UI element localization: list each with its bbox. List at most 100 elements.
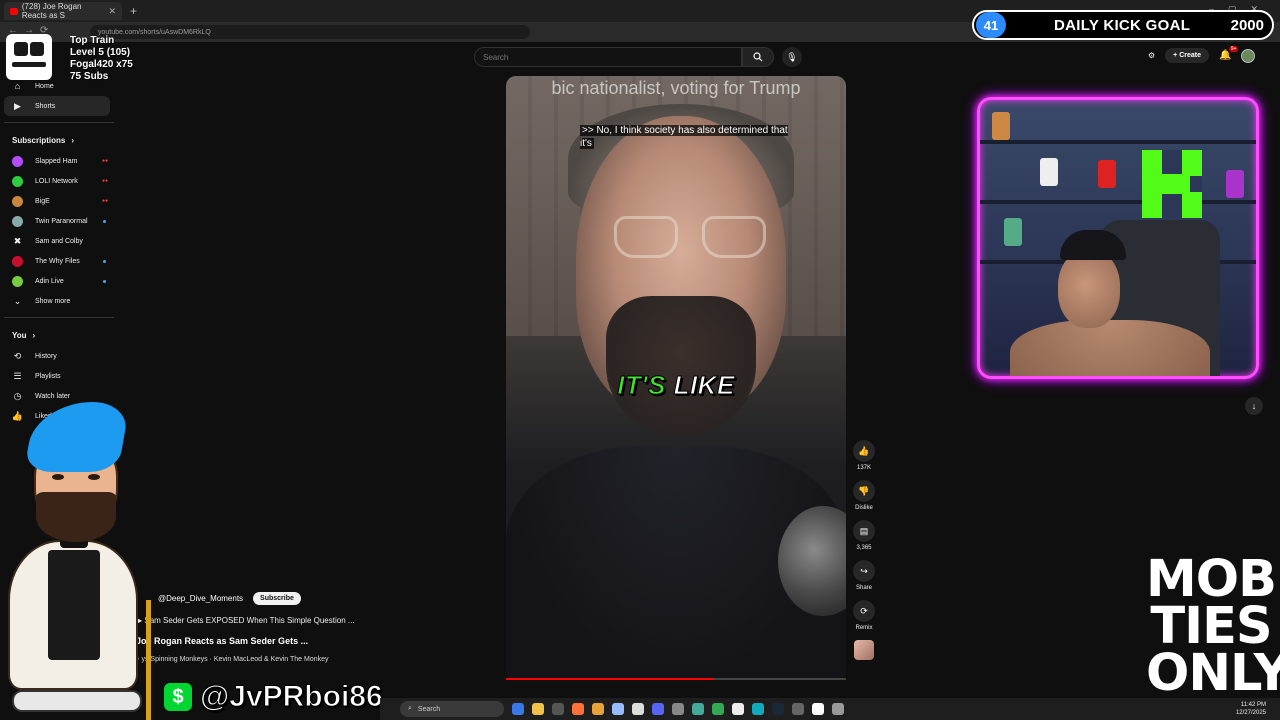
related-video-link[interactable]: ▶ Sam Seder Gets EXPOSED When This Simpl… xyxy=(136,616,355,625)
train-title: Top Train xyxy=(70,35,115,46)
video-progress-bar[interactable] xyxy=(506,678,846,680)
divider xyxy=(4,317,114,318)
address-bar[interactable]: youtube.com/shorts/uAswDM6RkLQ xyxy=(90,25,530,39)
channel-name[interactable]: @Deep_Dive_Moments xyxy=(158,594,243,603)
sidebar-item-playlists[interactable]: ☰ Playlists xyxy=(0,366,118,386)
discord-icon[interactable] xyxy=(652,703,664,715)
short-title: Joe Rogan Reacts as Sam Seder Gets ... xyxy=(136,636,309,646)
collectible-figure xyxy=(1226,170,1244,198)
account-avatar[interactable] xyxy=(1241,48,1256,63)
new-content-dot xyxy=(103,219,106,223)
you-header[interactable]: You › xyxy=(0,324,118,346)
next-short-button[interactable]: ↓ xyxy=(1245,397,1263,415)
sidebar-item-label: Home xyxy=(35,82,54,90)
app-icon[interactable] xyxy=(632,703,644,715)
cartoon-mascot xyxy=(0,400,160,720)
music-title: ys Spinning Monkeys · Kevin MacLeod & Ke… xyxy=(141,656,329,663)
sidebar-item-label: Twin Paranormal xyxy=(35,217,88,225)
collectible-figure xyxy=(1040,158,1058,186)
app-icon[interactable] xyxy=(512,703,524,715)
comment-icon[interactable]: ▤ xyxy=(853,520,875,542)
sidebar-item-history[interactable]: ⟲ History xyxy=(0,346,118,366)
folder-icon[interactable] xyxy=(532,703,544,715)
video-banner-text: bic nationalist, voting for Trump xyxy=(551,78,801,98)
sidebar-item-label: Sam and Colby xyxy=(35,237,83,245)
voice-search-button[interactable]: 🎙 xyxy=(782,47,802,67)
app-icon[interactable] xyxy=(812,703,824,715)
app-icon[interactable] xyxy=(752,703,764,715)
comments-action[interactable]: ▤ 3,365 xyxy=(848,520,880,551)
kick-goal-widget: 41 DAILY KICK GOAL 2000 xyxy=(972,10,1274,40)
sidebar-item-subscription[interactable]: Twin Paranormal xyxy=(0,211,118,231)
cashtag-overlay: $ @JvPRboi86 xyxy=(164,680,383,714)
chrome-icon[interactable] xyxy=(712,703,724,715)
app-icon[interactable] xyxy=(612,703,624,715)
video-caption: >> No, I think society has also determin… xyxy=(580,124,794,150)
comment-count: 3,365 xyxy=(856,545,872,551)
sidebar-item-subscription[interactable]: LOLI Network ●● xyxy=(0,171,118,191)
remix-icon[interactable]: ⟳ xyxy=(853,600,875,622)
mascot-hair xyxy=(23,402,131,472)
subscriptions-header[interactable]: Subscriptions › xyxy=(0,129,118,151)
sound-thumbnail[interactable] xyxy=(854,640,874,660)
app-icon[interactable] xyxy=(792,703,804,715)
sidebar-item-subscription[interactable]: The Why Files xyxy=(0,251,118,271)
train-window xyxy=(14,42,28,56)
search-placeholder: Search xyxy=(483,52,509,62)
channel-row: @Deep_Dive_Moments Subscribe xyxy=(158,592,301,605)
share-action[interactable]: ↪ Share xyxy=(848,560,880,591)
show-more-button[interactable]: ⌄ Show more xyxy=(0,291,118,311)
sidebar-item-subscription[interactable]: Slapped Ham ●● xyxy=(0,151,118,171)
notifications-button[interactable]: 🔔 9+ xyxy=(1219,46,1239,61)
music-row[interactable]: ♪ ys Spinning Monkeys · Kevin MacLeod & … xyxy=(136,656,328,663)
share-icon[interactable]: ↪ xyxy=(853,560,875,582)
search-button[interactable] xyxy=(742,47,774,67)
app-icon[interactable] xyxy=(672,703,684,715)
kick-logo-cut xyxy=(1190,176,1202,192)
subscribe-button[interactable]: Subscribe xyxy=(253,592,301,605)
steam-icon[interactable] xyxy=(772,703,784,715)
taskbar-search[interactable]: ⌕ Search xyxy=(400,701,504,717)
screen: (728) Joe Rogan Reacts as S ✕ + –▢✕ yout… xyxy=(0,0,1280,720)
chevron-right-icon: › xyxy=(32,330,36,340)
avatar xyxy=(12,215,23,227)
sidebar-item-subscription[interactable]: ✖ Sam and Colby xyxy=(0,231,118,251)
dislike-icon[interactable]: 👎 xyxy=(853,480,875,502)
sidebar-item-label: Adin Live xyxy=(35,277,64,285)
app-icon[interactable] xyxy=(732,703,744,715)
create-button[interactable]: + Create xyxy=(1165,48,1210,63)
like-count: 137K xyxy=(856,465,871,471)
remix-action[interactable]: ⟳ Remix xyxy=(848,600,880,631)
sidebar-item-subscription[interactable]: BigE ●● xyxy=(0,191,118,211)
app-icon[interactable] xyxy=(592,703,604,715)
train-level: Level 5 (105) xyxy=(70,47,131,58)
dislike-action[interactable]: 👎 Dislike xyxy=(848,480,880,511)
like-icon[interactable]: 👍 xyxy=(853,440,875,462)
chevron-down-icon: ⌄ xyxy=(13,295,22,306)
train-window xyxy=(30,42,44,56)
mascot-eye xyxy=(52,474,64,480)
like-action[interactable]: 👍 137K xyxy=(848,440,880,471)
streamer-body xyxy=(1010,320,1210,376)
sidebar-item-label: Playlists xyxy=(35,372,61,380)
new-tab-icon[interactable]: + xyxy=(130,4,137,18)
video-big-caption: IT'S LIKE xyxy=(506,370,846,401)
search-input[interactable]: Search xyxy=(474,47,742,67)
app-icon[interactable] xyxy=(552,703,564,715)
big-caption-word: IT'S xyxy=(617,370,666,401)
collectible-figure xyxy=(1098,160,1116,188)
big-caption-word: LIKE xyxy=(665,370,735,401)
app-icon[interactable] xyxy=(692,703,704,715)
sidebar-item-subscription[interactable]: Adin Live xyxy=(0,271,118,291)
sidebar-item-shorts[interactable]: ▶ Shorts xyxy=(4,96,110,116)
browser-tab[interactable]: (728) Joe Rogan Reacts as S ✕ xyxy=(4,2,122,20)
firefox-icon[interactable] xyxy=(572,703,584,715)
remix-label: Remix xyxy=(855,625,873,631)
mascot-shoes xyxy=(12,690,142,712)
taskbar-clock[interactable]: 11:42 PM 12/27/2025 xyxy=(1236,701,1266,717)
search-icon xyxy=(753,52,763,62)
close-tab-icon[interactable]: ✕ xyxy=(108,6,116,17)
settings-icon[interactable] xyxy=(832,703,844,715)
cast-icon[interactable]: ⚙ xyxy=(1148,51,1155,60)
short-video-player[interactable]: bic nationalist, voting for Trump >> No,… xyxy=(506,76,846,680)
